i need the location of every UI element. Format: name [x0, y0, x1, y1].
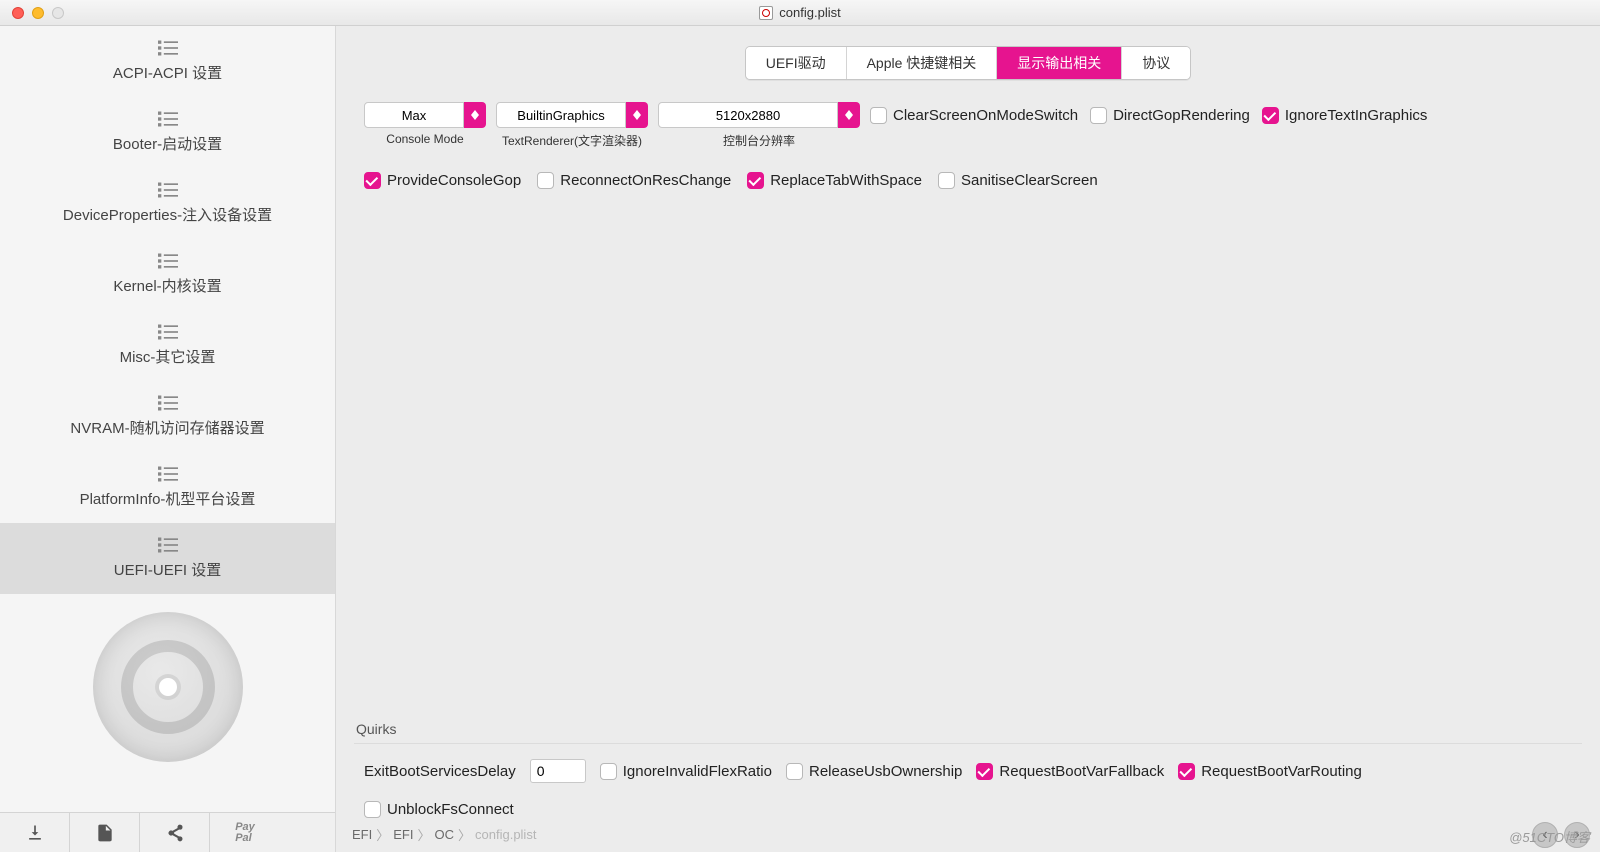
sidebar-item-label: DeviceProperties-注入设备设置 [63, 204, 272, 225]
resolution-select[interactable]: 5120x2880 [658, 102, 860, 128]
titlebar: config.plist [0, 0, 1600, 26]
paypal-button[interactable]: PayPal [210, 813, 280, 852]
checkbox-icon [537, 172, 554, 189]
quirks-check-RequestBootVarRouting[interactable]: RequestBootVarRouting [1178, 758, 1362, 784]
output-check-ProvideConsoleGop[interactable]: ProvideConsoleGop [364, 167, 521, 193]
checkbox-icon [600, 763, 617, 780]
checkbox-label: SanitiseClearScreen [961, 172, 1098, 189]
text-renderer-select[interactable]: BuiltinGraphics [496, 102, 648, 128]
checkbox-label: ProvideConsoleGop [387, 172, 521, 189]
checkbox-icon [1178, 763, 1195, 780]
exit-delay-input[interactable]: 0 [530, 759, 586, 783]
list-icon [158, 182, 178, 198]
checkbox-icon [1090, 107, 1107, 124]
sidebar-item-label: ACPI-ACPI 设置 [113, 62, 222, 83]
checkbox-label: ReplaceTabWithSpace [770, 172, 922, 189]
checkbox-label: DirectGopRendering [1113, 107, 1250, 124]
text-renderer-label: TextRenderer(文字渲染器) [502, 132, 642, 149]
checkbox-icon [747, 172, 764, 189]
checkbox-label: UnblockFsConnect [387, 801, 514, 818]
sidebar-item-1[interactable]: Booter-启动设置 [0, 97, 335, 168]
checkbox-icon [364, 172, 381, 189]
checkbox-icon [364, 801, 381, 818]
sidebar-item-6[interactable]: PlatformInfo-机型平台设置 [0, 452, 335, 523]
sidebar-item-7[interactable]: UEFI-UEFI 设置 [0, 523, 335, 594]
list-icon [158, 537, 178, 553]
checkbox-label: ReconnectOnResChange [560, 172, 731, 189]
checkbox-label: ReleaseUsbOwnership [809, 763, 962, 780]
tab-3[interactable]: 协议 [1122, 47, 1190, 79]
share-button[interactable] [140, 813, 210, 852]
sidebar: ACPI-ACPI 设置 Booter-启动设置 DeviceProperties-… [0, 26, 336, 852]
output-check-ClearScreenOnModeSwitch[interactable]: ClearScreenOnModeSwitch [870, 102, 1078, 128]
resolution-label: 控制台分辨率 [723, 132, 795, 149]
quirks-heading: Quirks [336, 721, 1600, 743]
exit-delay-label: ExitBootServicesDelay [364, 763, 516, 780]
breadcrumb: EFI〉 EFI〉 OC〉 config.plist [352, 825, 536, 844]
checkbox-label: RequestBootVarRouting [1201, 763, 1362, 780]
checkbox-label: IgnoreTextInGraphics [1285, 107, 1428, 124]
checkbox-icon [976, 763, 993, 780]
window-title: config.plist [0, 5, 1600, 20]
sidebar-item-label: Booter-启动设置 [113, 133, 222, 154]
chevron-updown-icon [626, 102, 648, 128]
output-check-IgnoreTextInGraphics[interactable]: IgnoreTextInGraphics [1262, 102, 1428, 128]
checkbox-label: ClearScreenOnModeSwitch [893, 107, 1078, 124]
checkbox-label: RequestBootVarFallback [999, 763, 1164, 780]
checkbox-icon [786, 763, 803, 780]
list-icon [158, 253, 178, 269]
sidebar-item-label: Kernel-内核设置 [113, 275, 221, 296]
output-check-ReconnectOnResChange[interactable]: ReconnectOnResChange [537, 167, 731, 193]
chevron-updown-icon [838, 102, 860, 128]
chevron-updown-icon [464, 102, 486, 128]
output-check-SanitiseClearScreen[interactable]: SanitiseClearScreen [938, 167, 1098, 193]
quirks-check-UnblockFsConnect[interactable]: UnblockFsConnect [364, 796, 514, 822]
sidebar-item-4[interactable]: Misc-其它设置 [0, 310, 335, 381]
sidebar-item-3[interactable]: Kernel-内核设置 [0, 239, 335, 310]
sidebar-item-label: UEFI-UEFI 设置 [114, 559, 222, 580]
sidebar-item-label: NVRAM-随机访问存储器设置 [70, 417, 264, 438]
export-button[interactable] [0, 813, 70, 852]
console-mode-label: Console Mode [386, 132, 463, 146]
quirks-check-ReleaseUsbOwnership[interactable]: ReleaseUsbOwnership [786, 758, 962, 784]
quirks-check-RequestBootVarFallback[interactable]: RequestBootVarFallback [976, 758, 1164, 784]
import-button[interactable] [70, 813, 140, 852]
output-check-ReplaceTabWithSpace[interactable]: ReplaceTabWithSpace [747, 167, 922, 193]
watermark: @51CTO博客 [1509, 827, 1590, 846]
output-check-DirectGopRendering[interactable]: DirectGopRendering [1090, 102, 1250, 128]
checkbox-label: IgnoreInvalidFlexRatio [623, 763, 772, 780]
list-icon [158, 466, 178, 482]
list-icon [158, 324, 178, 340]
console-mode-select[interactable]: Max [364, 102, 486, 128]
tab-0[interactable]: UEFI驱动 [746, 47, 847, 79]
sidebar-item-label: Misc-其它设置 [120, 346, 216, 367]
checkbox-icon [938, 172, 955, 189]
checkbox-icon [1262, 107, 1279, 124]
disc-graphic [0, 594, 335, 812]
list-icon [158, 111, 178, 127]
sidebar-item-label: PlatformInfo-机型平台设置 [80, 488, 256, 509]
sidebar-item-0[interactable]: ACPI-ACPI 设置 [0, 26, 335, 97]
sidebar-item-5[interactable]: NVRAM-随机访问存储器设置 [0, 381, 335, 452]
document-icon [759, 6, 773, 20]
tab-2[interactable]: 显示输出相关 [997, 47, 1122, 79]
tab-1[interactable]: Apple 快捷键相关 [847, 47, 998, 79]
list-icon [158, 395, 178, 411]
checkbox-icon [870, 107, 887, 124]
sidebar-item-2[interactable]: DeviceProperties-注入设备设置 [0, 168, 335, 239]
quirks-check-IgnoreInvalidFlexRatio[interactable]: IgnoreInvalidFlexRatio [600, 758, 772, 784]
list-icon [158, 40, 178, 56]
tabs: UEFI驱动Apple 快捷键相关显示输出相关协议 [745, 46, 1192, 80]
